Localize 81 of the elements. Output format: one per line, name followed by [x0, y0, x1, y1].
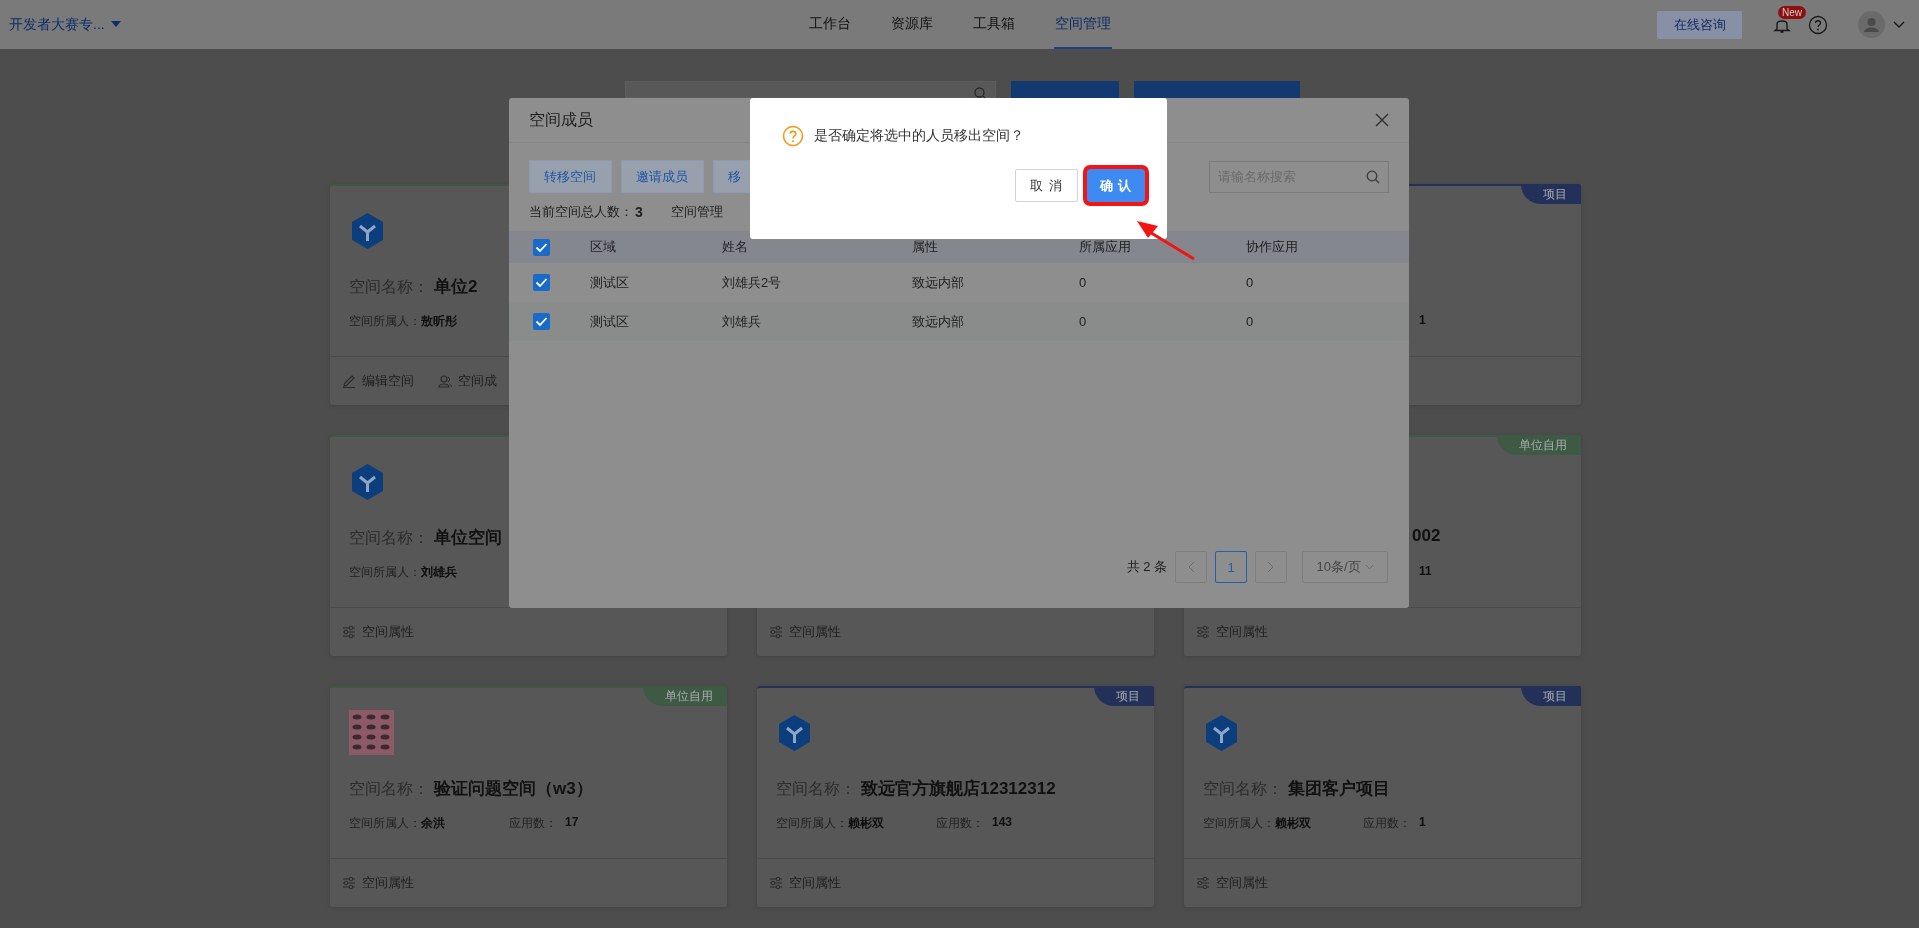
chevron-left-icon [1187, 561, 1195, 573]
total-count: 共 2 条 [1126, 558, 1167, 576]
table-cell-text: 致远内部 [912, 273, 965, 292]
owner-name: 刘雄兵 [421, 564, 457, 580]
pencil-icon [342, 374, 356, 388]
column-header: 属性 [912, 238, 939, 256]
nav-tab[interactable]: 工作台 [807, 0, 852, 49]
sliders-icon [769, 876, 783, 890]
app-count: 17 [565, 815, 579, 831]
consult-button[interactable]: 在线咨询 [1657, 10, 1742, 39]
table-cell-text: 测试区 [590, 312, 630, 331]
chevron-right-icon [1267, 561, 1275, 573]
member-count: 3 [635, 204, 643, 220]
nav-tab[interactable]: 资源库 [889, 0, 934, 49]
search-icon [974, 87, 987, 98]
table-cell-text: 0 [1079, 314, 1088, 329]
chevron-down-icon [1364, 564, 1374, 570]
type-tag: 单位自用 [643, 686, 727, 706]
table-cell-text: 刘雄兵2号 [722, 273, 783, 292]
admin-label: 空间管理 [670, 203, 723, 221]
arrow-drawing [1136, 219, 1196, 261]
sliders-icon [769, 625, 783, 639]
column-header: 协作应用 [1246, 238, 1299, 256]
owner-name: 赖彬双 [1275, 815, 1311, 831]
table-cell-text: 0 [1246, 275, 1255, 290]
space-name: 验证问题空间（w3） [434, 778, 593, 800]
checkbox[interactable] [533, 274, 550, 291]
checkbox[interactable] [533, 313, 550, 330]
app-count: 143 [992, 815, 1013, 831]
type-tag: 单位自用 [1497, 435, 1581, 455]
close-icon[interactable] [1375, 113, 1389, 127]
sliders-icon [342, 876, 356, 890]
member-count-label: 当前空间总人数： [529, 203, 633, 221]
new-badge: New [1778, 5, 1806, 19]
type-tag: 项目 [1521, 184, 1581, 204]
space-name: 集团客户项目 [1288, 778, 1390, 800]
owner-name: 敖昕彤 [421, 313, 457, 329]
page-button[interactable]: 1 [1215, 551, 1247, 583]
chevron-down-icon[interactable] [1893, 20, 1905, 29]
help-icon[interactable] [1808, 14, 1828, 35]
app-count: 11 [1419, 564, 1432, 580]
question-icon [782, 125, 804, 147]
owner-name: 赖彬双 [848, 815, 884, 831]
column-header: 姓名 [722, 238, 749, 256]
search-icon [1366, 169, 1380, 184]
workspace-dropdown[interactable]: 开发者大赛专... [9, 15, 121, 34]
column-header: 区域 [590, 238, 617, 256]
sliders-icon [342, 625, 356, 639]
table-cell-text: 测试区 [590, 273, 630, 292]
cube-icon [349, 211, 386, 250]
space-name: 单位空间 [434, 527, 502, 549]
checkbox[interactable] [533, 238, 550, 256]
sliders-icon [1196, 625, 1210, 639]
table-cell-text: 致远内部 [912, 312, 965, 331]
app-count: 1 [1419, 815, 1426, 831]
table-cell-text: 0 [1079, 275, 1088, 290]
type-tag: 项目 [1094, 686, 1154, 706]
nav-tab[interactable]: 工具箱 [971, 0, 1016, 49]
space-name: 单位2 [434, 276, 478, 298]
space-name: 002 [1412, 526, 1441, 546]
nav-tab[interactable]: 空间管理 [1053, 0, 1112, 49]
table-cell-text: 0 [1246, 314, 1255, 329]
action-button[interactable]: 邀请成员 [621, 160, 704, 193]
search-field[interactable] [625, 81, 996, 98]
app-count: 1 [1419, 313, 1426, 329]
page-size-select[interactable]: 10条/页 [1302, 551, 1388, 583]
type-tag: 项目 [1521, 686, 1581, 706]
cube-icon [349, 462, 386, 501]
dialog-message: 是否确定将选中的人员移出空间？ [814, 127, 1024, 145]
owner-name: 余洪 [421, 815, 445, 831]
caret-icon [110, 21, 121, 28]
cube-icon [776, 713, 813, 752]
column-header: 所属应用 [1079, 238, 1132, 256]
sliders-icon [1196, 876, 1210, 890]
action-button[interactable]: 转移空间 [529, 160, 612, 193]
modal-title: 空间成员 [529, 109, 593, 130]
space-name: 致远官方旗舰店12312312 [861, 778, 1056, 800]
table-cell-text: 刘雄兵 [722, 312, 762, 331]
cube-icon [1203, 713, 1240, 752]
cancel-button[interactable]: 取 消 [1015, 169, 1078, 202]
users-icon [438, 374, 452, 388]
